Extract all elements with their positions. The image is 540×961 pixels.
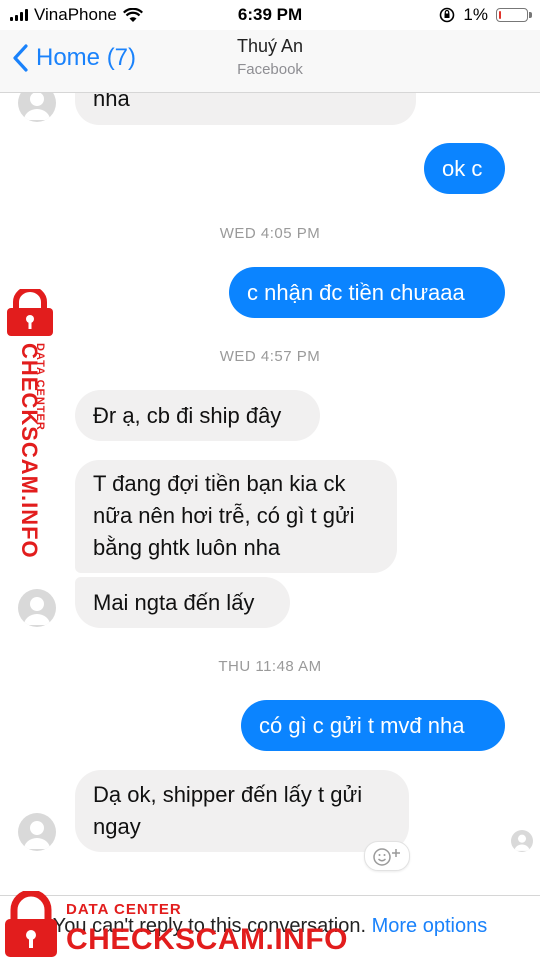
avatar	[18, 589, 56, 627]
message-bubble-incoming[interactable]: T đang đợi tiền bạn kia ck nữa nên hơi t…	[75, 460, 397, 573]
message-line: nữa nên hơi trễ, có gì t gửi	[93, 503, 355, 528]
battery-icon	[496, 8, 532, 22]
timestamp: WED 4:05 PM	[219, 225, 321, 242]
status-bar: VinaPhone 6:39 PM 1%	[0, 0, 540, 30]
orientation-lock-icon	[440, 7, 455, 23]
watermark-bottom-main: CHECKSCAM.INFO	[66, 923, 348, 956]
message-line: ngay	[93, 814, 141, 839]
message-bubble-outgoing[interactable]: ok c	[424, 143, 505, 194]
add-reaction-button[interactable]	[364, 841, 410, 871]
message-bubble-incoming[interactable]: Dạ ok, shipper đến lấy t gửi ngay	[75, 770, 409, 852]
more-options-link[interactable]: More options	[372, 915, 488, 937]
watermark-side-top: DATA CENTER	[34, 343, 46, 431]
nav-bar: Home (7) Thuý An Facebook	[0, 30, 540, 93]
lock-icon	[5, 891, 57, 957]
battery-percent: 1%	[463, 5, 488, 24]
message-bubble-incoming[interactable]: Mai ngta đến lấy	[75, 577, 290, 628]
message-bubble-incoming[interactable]: nha	[75, 93, 416, 125]
contact-name: Thuý An	[236, 36, 304, 56]
conversation-header: Thuý An Facebook	[0, 36, 540, 78]
avatar	[18, 813, 56, 851]
timestamp: THU 11:48 AM	[218, 658, 322, 675]
message-list[interactable]: nha ok c WED 4:05 PM c nhận đc tiền chưa…	[0, 93, 540, 895]
avatar	[18, 93, 56, 122]
message-line: T đang đợi tiền bạn kia ck	[93, 471, 346, 496]
message-line: bằng ghtk luôn nha	[93, 535, 281, 560]
message-bubble-incoming[interactable]: Đr ạ, cb đi ship đây	[75, 390, 320, 441]
status-right: 1%	[439, 5, 532, 25]
message-bubble-outgoing[interactable]: có gì c gửi t mvđ nha	[241, 700, 505, 751]
watermark-bottom-top: DATA CENTER	[66, 901, 182, 918]
message-bubble-outgoing[interactable]: c nhận đc tiền chưaaa	[229, 267, 505, 318]
lock-icon	[7, 289, 53, 336]
contact-source: Facebook	[237, 61, 303, 78]
seen-avatar	[511, 830, 533, 852]
message-line: Dạ ok, shipper đến lấy t gửi	[93, 782, 363, 807]
timestamp: WED 4:57 PM	[219, 348, 321, 365]
smiley-plus-icon	[373, 848, 400, 866]
